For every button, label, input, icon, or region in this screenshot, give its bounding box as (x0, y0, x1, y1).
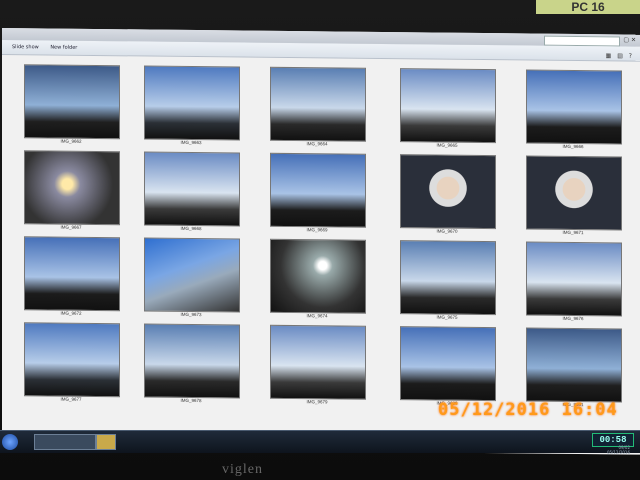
photo-filename: IMG_9672 (60, 310, 82, 316)
photo-filename: IMG_9666 (562, 143, 584, 150)
view-options-icon[interactable]: ▦ ▥ ? (606, 49, 634, 63)
clock-date-line-2: 05/12/2016 (606, 450, 630, 455)
photo-thumbnail[interactable]: IMG_9677 (24, 322, 120, 405)
monitor-sticker: PC 16 (536, 0, 640, 14)
photo-thumbnail[interactable]: IMG_9662 (24, 64, 120, 147)
photo-image (270, 324, 366, 400)
photo-thumbnail[interactable]: IMG_9672 (24, 236, 120, 319)
photo-image (24, 322, 120, 398)
photo-image (270, 152, 366, 228)
photo-thumbnail[interactable]: IMG_9675 (400, 240, 496, 323)
photo-thumbnail[interactable]: IMG_9674 (270, 238, 366, 322)
photo-image (526, 155, 622, 231)
photo-filename: IMG_9664 (306, 141, 328, 147)
photo-thumbnail[interactable]: IMG_9676 (526, 241, 622, 324)
photo-filename: IMG_9665 (436, 142, 458, 148)
new-folder-button[interactable]: New folder (50, 41, 77, 55)
taskbar-item-1[interactable] (34, 434, 96, 450)
photo-image (526, 69, 622, 145)
photo-image (526, 327, 622, 403)
taskbar: 00:58 09/02 05/12/2016 (0, 430, 640, 455)
photo-thumbnail[interactable]: IMG_9679 (270, 324, 366, 408)
photo-thumbnail[interactable]: IMG_9666 (526, 69, 622, 152)
photo-image (270, 66, 366, 142)
photo-thumbnail[interactable]: IMG_9669 (270, 152, 366, 236)
photo-thumbnail[interactable]: IMG_9671 (526, 155, 622, 238)
monitor-brand-logo: viglen (222, 462, 263, 477)
monitor-screen: ▢ ✕ Slide show New folder ▦ ▥ ? IMG_9662… (2, 28, 640, 455)
photo-thumbnail[interactable]: IMG_9667 (24, 150, 120, 233)
photo-image (526, 241, 622, 317)
photo-image (24, 150, 120, 226)
photo-filename: IMG_9677 (60, 396, 82, 402)
photo-image (400, 68, 496, 144)
photo-filename: IMG_9669 (306, 227, 328, 233)
photo-filename: IMG_9679 (306, 399, 328, 405)
photo-image (24, 64, 120, 140)
photo-image (144, 237, 240, 313)
photo-filename: IMG_9668 (180, 225, 202, 232)
photo-thumbnail[interactable]: IMG_9664 (270, 66, 366, 150)
photo-filename: IMG_9670 (436, 228, 458, 234)
photo-image (400, 326, 496, 402)
camera-date-stamp: 05/12/2016 16:04 (438, 400, 618, 420)
photo-thumbnail[interactable]: IMG_9663 (144, 65, 240, 148)
photo-image (144, 151, 240, 227)
photo-filename: IMG_9667 (60, 224, 82, 230)
start-button[interactable] (2, 434, 18, 450)
photo-image (144, 323, 240, 399)
photo-image (400, 240, 496, 316)
photo-image (24, 236, 120, 312)
photo-filename: IMG_9673 (180, 311, 202, 318)
photo-thumbnail[interactable]: IMG_9668 (144, 151, 240, 234)
taskbar-item-2[interactable] (96, 434, 116, 450)
photo-thumbnail[interactable]: IMG_9680 (400, 326, 496, 409)
photo-thumbnail[interactable]: IMG_9678 (144, 323, 240, 406)
window-controls[interactable]: ▢ ✕ (623, 37, 636, 44)
photo-thumbnail[interactable]: IMG_9665 (400, 68, 496, 151)
photo-filename: IMG_9671 (562, 229, 584, 236)
slideshow-button[interactable]: Slide show (12, 40, 39, 54)
clock-date: 09/02 05/12/2016 (607, 445, 630, 455)
photo-filename: IMG_9675 (436, 314, 458, 320)
photo-image (400, 154, 496, 230)
photo-thumbnail[interactable]: IMG_9670 (400, 154, 496, 237)
photo-filename: IMG_9663 (180, 139, 202, 146)
photo-image (270, 238, 366, 314)
photo-filename: IMG_9662 (60, 138, 82, 144)
photo-filename: IMG_9676 (562, 315, 584, 322)
photo-thumbnail[interactable]: IMG_9673 (144, 237, 240, 320)
photo-image (144, 65, 240, 141)
photo-thumbnail[interactable]: IMG_9681 (526, 327, 622, 410)
photo-filename: IMG_9674 (306, 313, 328, 319)
photo-filename: IMG_9678 (180, 397, 202, 404)
